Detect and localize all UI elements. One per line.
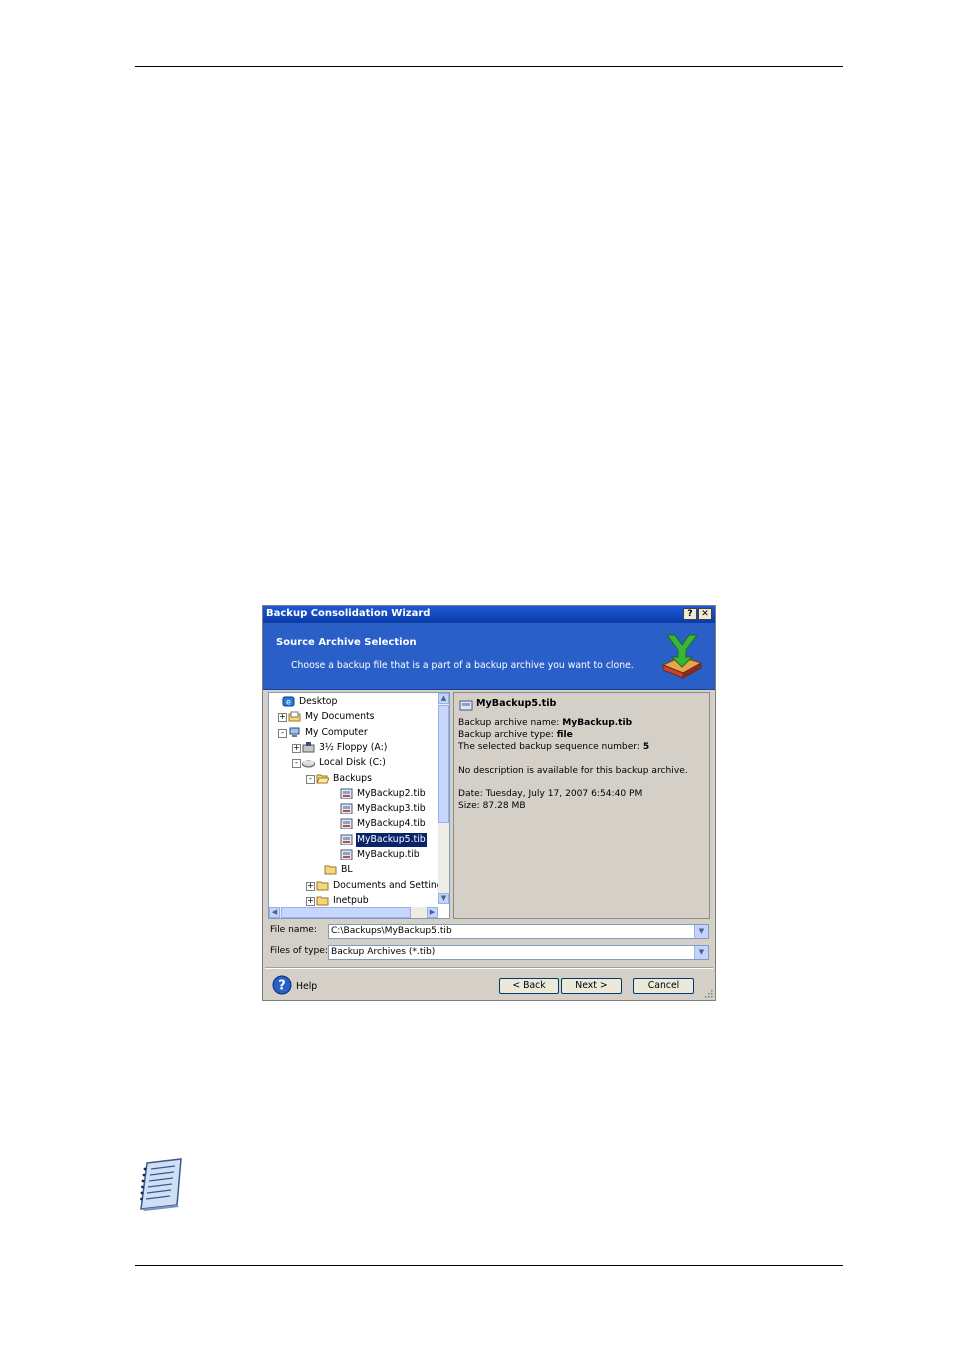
tree-item-label: MyBackup.tib [357,849,420,860]
archive-type-line: Backup archive type: file [458,730,573,740]
svg-text:e: e [286,698,291,707]
backup-file-icon [340,818,353,830]
file-name-label: File name: [270,925,317,935]
tree-item-label: MyBackup2.tib [357,787,426,799]
tree-item-label: My Computer [305,726,368,738]
tree-item-label: Local Disk (C:) [319,757,386,769]
open-folder-icon [316,774,329,783]
tree-horizontal-scrollbar[interactable]: ◀ ▶ [269,907,438,918]
description-line: No description is available for this bac… [458,766,688,776]
tree-item-label: Inetpub [333,894,369,906]
chevron-down-icon[interactable]: ▼ [694,946,708,959]
tree-item-label: 3½ Floppy (A:) [319,741,388,753]
backup-file-icon [340,849,353,860]
consolidation-wizard-icon [661,634,703,679]
floppy-drive-icon [302,741,315,753]
collapse-icon[interactable]: - [278,728,287,738]
expand-icon[interactable]: + [306,881,315,891]
file-name-value: C:\Backups\MyBackup5.tib [331,926,452,936]
tree-vertical-scrollbar[interactable]: ▲ ▼ [438,693,449,904]
resize-grip-icon[interactable] [703,988,713,998]
backup-file-icon [340,803,353,815]
cancel-button[interactable]: Cancel [633,978,694,994]
collapse-icon[interactable]: - [306,774,315,784]
chevron-down-icon[interactable]: ▼ [694,925,708,938]
archive-name-value: MyBackup.tib [562,718,633,728]
title-help-button[interactable]: ? [683,608,697,620]
backup-consolidation-wizard-dialog: Backup Consolidation Wizard ? ✕ Source A… [262,605,716,1001]
page-footer-rule [135,1265,843,1266]
back-button[interactable]: < Back [499,978,559,994]
tree-item-label: MyBackup3.tib [357,803,426,815]
folder-icon [324,865,337,875]
files-of-type-value: Backup Archives (*.tib) [331,947,436,957]
note-icon [140,1158,182,1211]
page-header-rule [135,66,843,67]
date-line: Date: Tuesday, July 17, 2007 6:54:40 PM [458,789,643,799]
hard-disk-icon [302,760,315,768]
my-documents-folder-icon [288,711,301,722]
button-separator [265,967,713,969]
size-line: Size: 87.28 MB [458,801,526,811]
scroll-right-arrow-icon[interactable]: ▶ [427,907,438,918]
backup-file-icon [459,700,473,711]
selected-file-name: MyBackup5.tib [476,698,557,709]
tree-item-label: My Documents [305,711,375,723]
tree-item-label: BL [341,864,353,876]
files-of-type-label: Files of type: [270,946,328,956]
dialog-titlebar: Backup Consolidation Wizard ? ✕ [263,606,715,623]
tree-item-label: Desktop [299,696,338,707]
expand-icon[interactable]: + [306,896,315,906]
archive-name-line: Backup archive name: MyBackup.tib [458,718,633,728]
tree-item-label: Backups [333,772,372,784]
collapse-icon[interactable]: - [292,759,301,769]
tree-item-label: MyBackup5.tib [355,831,428,848]
archive-info-panel: MyBackup5.tib Backup archive name: MyBac… [453,692,710,919]
title-close-button[interactable]: ✕ [698,608,712,620]
desktop-icon: e [282,696,295,707]
help-icon[interactable]: ? [272,975,292,995]
files-of-type-combo[interactable]: Backup Archives (*.tib) ▼ [328,945,709,960]
dialog-title: Backup Consolidation Wizard [266,608,431,619]
folder-icon [316,896,329,906]
scroll-up-arrow-icon[interactable]: ▲ [438,693,449,704]
horizontal-scroll-thumb[interactable] [281,907,411,918]
vertical-scroll-thumb[interactable] [438,705,449,823]
expand-icon[interactable]: + [292,743,301,753]
folder-tree[interactable]: e Desktop + My Documents - My Computer +3½ Flo… [268,692,450,919]
scroll-left-arrow-icon[interactable]: ◀ [269,907,280,918]
next-button[interactable]: Next > [561,978,622,994]
my-computer-icon [289,727,300,737]
tree-item-label: Documents and Setting [333,879,443,891]
wizard-step-title: Source Archive Selection [276,637,417,648]
archive-type-value: file [556,730,573,740]
scroll-down-arrow-icon[interactable]: ▼ [438,893,449,904]
wizard-header: Source Archive Selection Choose a backup… [263,623,715,690]
backup-file-icon [340,834,353,845]
help-link[interactable]: Help [296,981,317,992]
svg-text:?: ? [278,979,286,994]
sequence-number-value: 5 [642,742,650,752]
file-name-combo[interactable]: C:\Backups\MyBackup5.tib ▼ [328,924,709,939]
tree-item-label: MyBackup4.tib [357,818,426,830]
backup-file-icon [340,788,353,799]
wizard-step-subtitle: Choose a backup file that is a part of a… [291,660,634,671]
folder-icon [316,881,329,891]
expand-icon[interactable]: + [278,713,287,723]
sequence-number-line: The selected backup sequence number: 5 [458,742,650,752]
